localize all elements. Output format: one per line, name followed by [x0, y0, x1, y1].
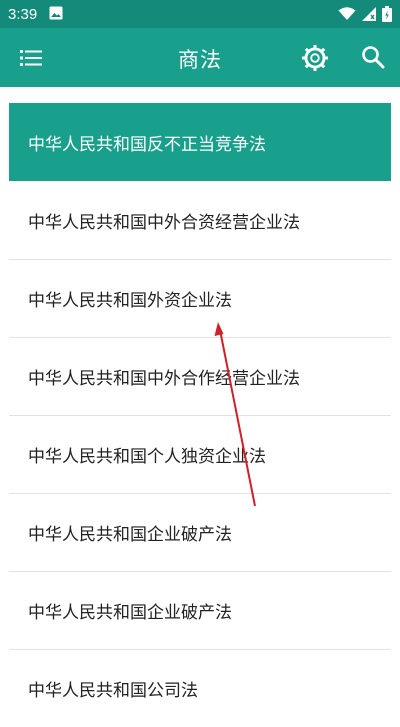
list-divider	[9, 571, 391, 572]
law-list-item[interactable]: 中华人民共和国外资企业法	[9, 259, 391, 337]
status-right	[338, 6, 392, 22]
law-list-item[interactable]: 中华人民共和国企业破产法	[9, 571, 391, 649]
law-list-item-label: 中华人民共和国反不正当竞争法	[28, 134, 266, 155]
law-list-item-label: 中华人民共和国中外合作经营企业法	[28, 368, 300, 389]
cell-signal-icon	[362, 7, 376, 21]
law-list-item[interactable]: 中华人民共和国中外合作经营企业法	[9, 337, 391, 415]
list-divider	[9, 415, 391, 416]
status-time: 3:39	[8, 5, 38, 23]
page-title: 商法	[178, 48, 222, 72]
law-list-item[interactable]: 中华人民共和国中外合资经营企业法	[9, 181, 391, 259]
law-list-item-label: 中华人民共和国企业破产法	[28, 602, 232, 623]
battery-icon	[382, 6, 392, 22]
list-divider	[9, 259, 391, 260]
law-list-item[interactable]: 中华人民共和国公司法	[9, 649, 391, 727]
law-list-item-label: 中华人民共和国中外合资经营企业法	[28, 212, 300, 233]
list-divider	[9, 493, 391, 494]
law-list-item[interactable]: 中华人民共和国个人独资企业法	[9, 415, 391, 493]
status-left: 3:39	[8, 5, 63, 24]
wifi-icon	[338, 7, 356, 21]
search-icon[interactable]	[360, 44, 386, 70]
law-list-item[interactable]: 中华人民共和国反不正当竞争法	[9, 103, 391, 181]
law-list-item-label: 中华人民共和国公司法	[28, 680, 198, 701]
list-menu-icon[interactable]	[18, 45, 44, 71]
list-divider	[9, 337, 391, 338]
list-divider	[9, 649, 391, 650]
law-list-item-label: 中华人民共和国企业破产法	[28, 524, 232, 545]
law-list-item-label: 中华人民共和国外资企业法	[28, 290, 232, 311]
image-notification-icon	[49, 5, 63, 24]
gear-icon[interactable]	[300, 43, 330, 73]
status-bar: 3:39	[0, 0, 400, 28]
app-bar: 商法	[0, 28, 400, 87]
law-list-item[interactable]: 中华人民共和国企业破产法	[9, 493, 391, 571]
law-list-item-label: 中华人民共和国个人独资企业法	[28, 446, 266, 467]
